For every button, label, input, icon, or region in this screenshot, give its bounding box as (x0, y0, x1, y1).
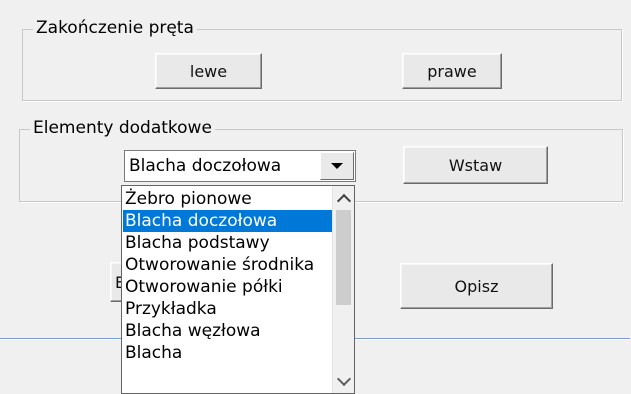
left-end-button[interactable]: lewe (155, 53, 262, 89)
insert-button[interactable]: Wstaw (403, 146, 548, 184)
list-item[interactable]: Blacha węzłowa (123, 320, 334, 342)
chevron-up-icon (336, 193, 351, 208)
list-item[interactable]: Blacha (123, 342, 334, 364)
list-item[interactable]: Żebro pionowe (123, 188, 334, 210)
dropdown-items: Żebro pionowe Blacha doczołowa Blacha po… (123, 188, 334, 364)
scroll-down-button[interactable] (333, 369, 354, 393)
list-item-selected[interactable]: Blacha doczołowa (123, 210, 334, 232)
element-type-dropdown-list[interactable]: Żebro pionowe Blacha doczołowa Blacha po… (121, 185, 355, 394)
combo-dropdown-button[interactable] (320, 152, 354, 180)
right-end-button[interactable]: prawe (402, 53, 502, 89)
group-bar-end-title: Zakończenie pręta (33, 18, 197, 38)
group-bar-end: Zakończenie pręta (22, 18, 622, 101)
list-item[interactable]: Otworowanie półki (123, 276, 334, 298)
chevron-down-icon (336, 371, 351, 386)
scroll-up-button[interactable] (333, 186, 354, 210)
list-item[interactable]: Przykładka (123, 298, 334, 320)
element-type-combobox[interactable]: Blacha doczołowa (124, 150, 356, 182)
list-item[interactable]: Blacha podstawy (123, 232, 334, 254)
scrollbar-thumb[interactable] (336, 210, 351, 305)
describe-button[interactable]: Opisz (400, 263, 553, 309)
chevron-down-icon (331, 163, 343, 169)
combo-selected-value: Blacha doczołowa (129, 156, 282, 176)
list-item[interactable]: Otworowanie środnika (123, 254, 334, 276)
group-additional-elements-title: Elementy dodatkowe (30, 118, 215, 138)
dropdown-scrollbar[interactable] (332, 186, 354, 393)
